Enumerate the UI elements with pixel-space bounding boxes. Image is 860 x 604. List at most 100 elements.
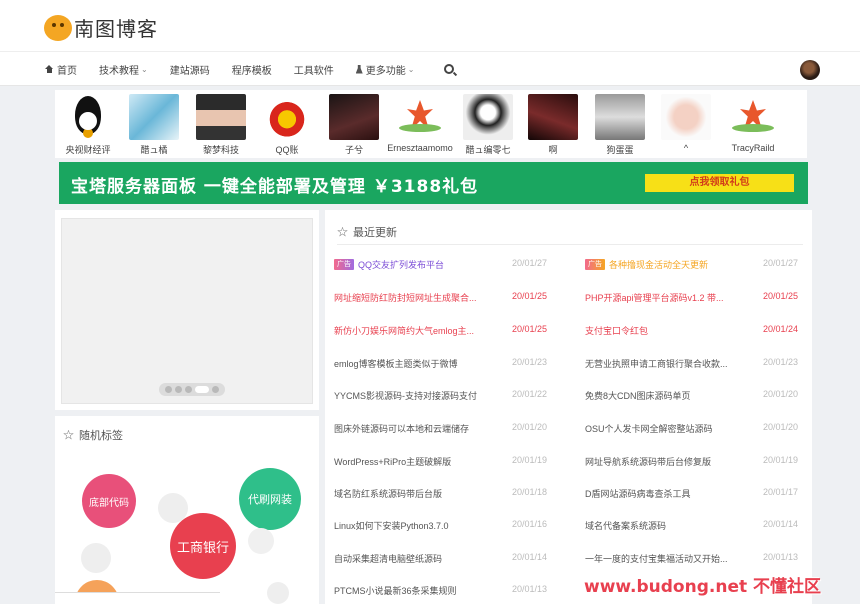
list-item-title[interactable]: 一年一度的支付宝集福活动又开始... bbox=[585, 552, 728, 565]
list-item-date: 20/01/13 bbox=[512, 584, 548, 594]
site-title: 南图博客 bbox=[74, 17, 158, 41]
list-item-date: 20/01/25 bbox=[512, 324, 548, 334]
list-item[interactable]: PHP开源api管理平台源码v1.2 带... bbox=[585, 291, 724, 304]
list-item-title[interactable]: D盾网站源码病毒查杀工具 bbox=[585, 487, 691, 500]
search-icon[interactable] bbox=[444, 64, 454, 74]
slider-dot[interactable] bbox=[175, 386, 182, 393]
friend-link[interactable]: 啊 bbox=[520, 94, 586, 156]
list-item[interactable]: 无营业执照申请工商银行聚合收款... bbox=[585, 357, 728, 370]
ad-banner[interactable]: 宝塔服务器面板 一键全能部署及管理 ￥3188礼包 点我领取礼包 bbox=[59, 162, 808, 204]
recent-title-text: 最近更新 bbox=[353, 227, 397, 239]
tag-bubble[interactable]: 代刷网装 bbox=[239, 468, 301, 530]
list-item[interactable]: 图床外链源码可以本地和云端储存 bbox=[334, 422, 469, 435]
list-item-title[interactable]: OSU个人发卡网全解密整站源码 bbox=[585, 422, 713, 435]
ad-claim-button[interactable]: 点我领取礼包 bbox=[645, 174, 794, 192]
nav-item-label: 首页 bbox=[57, 65, 77, 77]
nav-item-5[interactable]: 更多功能 ⌄ bbox=[355, 62, 414, 77]
list-item-title[interactable]: 新仿小刀娱乐网简约大气emlog主... bbox=[334, 324, 474, 337]
list-item-title[interactable]: emlog博客模板主题类似于微博 bbox=[334, 357, 458, 370]
slider-dot[interactable] bbox=[165, 386, 172, 393]
list-item[interactable]: 广告 各种撸现金活动全天更新 bbox=[585, 258, 708, 271]
friend-name: TracyRaild bbox=[731, 143, 775, 153]
slider-image[interactable] bbox=[61, 218, 313, 404]
list-item[interactable]: 域名防红系统源码带后台版 bbox=[334, 487, 442, 500]
nav-item-1[interactable]: 技术教程 ⌄ bbox=[99, 62, 148, 77]
friend-link[interactable]: 央视财经评 bbox=[55, 94, 121, 156]
tags-title: 随机标签 bbox=[63, 427, 123, 443]
tag-bubble-decor bbox=[81, 543, 111, 573]
friend-link[interactable]: 醋ュ编零七 bbox=[455, 94, 521, 156]
slider-dot[interactable] bbox=[195, 386, 209, 393]
list-item[interactable]: 一年一度的支付宝集福活动又开始... bbox=[585, 552, 728, 565]
list-item-title[interactable]: 域名代备案系统源码 bbox=[585, 519, 666, 532]
ad-text: 宝塔服务器面板 一键全能部署及管理 ￥3188礼包 bbox=[71, 177, 479, 197]
list-item-title[interactable]: 网址缩短防红防封短网址生成聚合... bbox=[334, 291, 477, 304]
friend-link[interactable]: 黎梦科技 bbox=[188, 94, 254, 156]
list-item[interactable]: 免费8大CDN图床源码单页 bbox=[585, 389, 691, 402]
list-item[interactable]: 新仿小刀娱乐网简约大气emlog主... bbox=[334, 324, 474, 337]
list-item-title[interactable]: 支付宝口令红包 bbox=[585, 324, 648, 337]
list-item-date: 20/01/20 bbox=[763, 389, 799, 399]
list-item-date: 20/01/18 bbox=[512, 487, 548, 497]
list-item[interactable]: 支付宝口令红包 bbox=[585, 324, 648, 337]
friend-link[interactable]: QQ账 bbox=[254, 94, 320, 156]
list-item-title[interactable]: 无营业执照申请工商银行聚合收款... bbox=[585, 357, 728, 370]
list-item-date: 20/01/27 bbox=[763, 258, 799, 268]
list-item-title[interactable]: QQ交友扩列发布平台 bbox=[358, 258, 444, 271]
list-item-title[interactable]: Linux如何下安装Python3.7.0 bbox=[334, 519, 449, 532]
friend-link[interactable]: Ernesztaamomo bbox=[387, 94, 453, 153]
tag-bubble-decor bbox=[267, 582, 289, 604]
user-avatar[interactable] bbox=[800, 60, 820, 80]
list-item-title[interactable]: 各种撸现金活动全天更新 bbox=[609, 258, 708, 271]
friend-name: QQ账 bbox=[275, 145, 299, 155]
list-item-title[interactable]: 自动采集超清电脑壁纸源码 bbox=[334, 552, 442, 565]
friend-link[interactable]: ^ bbox=[653, 94, 719, 153]
slider-dot[interactable] bbox=[185, 386, 192, 393]
list-item-date: 20/01/19 bbox=[763, 455, 799, 465]
list-item-title[interactable]: PTCMS小说最新36条采集规则 bbox=[334, 584, 457, 597]
friend-link[interactable]: 醋ュ橘 bbox=[121, 94, 187, 156]
friend-avatar bbox=[528, 94, 578, 140]
list-item[interactable]: emlog博客模板主题类似于微博 bbox=[334, 357, 458, 370]
list-item-title[interactable]: YYCMS影视源码-支持对接源码支付 bbox=[334, 389, 477, 402]
list-item-title[interactable]: WordPress+RiPro主题破解版 bbox=[334, 455, 451, 468]
list-item[interactable]: 自动采集超清电脑壁纸源码 bbox=[334, 552, 442, 565]
friend-link[interactable]: 子兮 bbox=[321, 94, 387, 156]
nav-item-0[interactable]: 首页 bbox=[45, 62, 77, 77]
tag-bubble[interactable]: 底部代码 bbox=[82, 474, 136, 528]
list-item-date: 20/01/14 bbox=[763, 519, 799, 529]
friend-name: 子兮 bbox=[344, 145, 363, 155]
list-item[interactable]: PTCMS小说最新36条采集规则 bbox=[334, 584, 457, 597]
ad-badge: 广告 bbox=[334, 259, 354, 270]
list-item-title[interactable]: 免费8大CDN图床源码单页 bbox=[585, 389, 691, 402]
slider-dot[interactable] bbox=[212, 386, 219, 393]
list-item[interactable]: D盾网站源码病毒查杀工具 bbox=[585, 487, 691, 500]
list-item[interactable]: 网址缩短防红防封短网址生成聚合... bbox=[334, 291, 477, 304]
list-item-title[interactable]: 域名防红系统源码带后台版 bbox=[334, 487, 442, 500]
site-logo[interactable]: 南图博客 bbox=[44, 13, 158, 42]
nav-item-3[interactable]: 程序模板 bbox=[232, 62, 272, 77]
list-item-title[interactable]: PHP开源api管理平台源码v1.2 带... bbox=[585, 291, 724, 304]
list-item-title[interactable]: 网址导航系统源码带后台修复版 bbox=[585, 455, 711, 468]
friend-link[interactable]: 狗蛋蛋 bbox=[587, 94, 653, 156]
nav-item-4[interactable]: 工具软件 bbox=[294, 62, 334, 77]
list-item-date: 20/01/19 bbox=[512, 455, 548, 465]
list-item-title[interactable]: 图床外链源码可以本地和云端储存 bbox=[334, 422, 469, 435]
list-item[interactable]: Linux如何下安装Python3.7.0 bbox=[334, 519, 449, 532]
friend-name: 狗蛋蛋 bbox=[606, 145, 634, 155]
friend-link[interactable]: TracyRaild bbox=[720, 94, 786, 153]
friend-name: 央视财经评 bbox=[65, 145, 111, 155]
list-item[interactable]: YYCMS影视源码-支持对接源码支付 bbox=[334, 389, 477, 402]
list-item[interactable]: 网址导航系统源码带后台修复版 bbox=[585, 455, 711, 468]
ad-badge: 广告 bbox=[585, 259, 605, 270]
list-item-date: 20/01/23 bbox=[763, 357, 799, 367]
list-item[interactable]: WordPress+RiPro主题破解版 bbox=[334, 455, 451, 468]
nav-item-2[interactable]: 建站源码 bbox=[170, 62, 210, 77]
list-item[interactable]: OSU个人发卡网全解密整站源码 bbox=[585, 422, 713, 435]
recent-updates-panel: 最近更新 广告 QQ交友扩列发布平台 20/01/27 网址缩短防红防封短网址生成聚合… bbox=[325, 210, 812, 604]
list-item[interactable]: 域名代备案系统源码 bbox=[585, 519, 666, 532]
tag-bubble[interactable]: 工商银行 bbox=[170, 513, 236, 579]
star-icon bbox=[337, 226, 348, 237]
nav-item-label: 技术教程 bbox=[99, 65, 139, 77]
list-item[interactable]: 广告 QQ交友扩列发布平台 bbox=[334, 258, 444, 271]
